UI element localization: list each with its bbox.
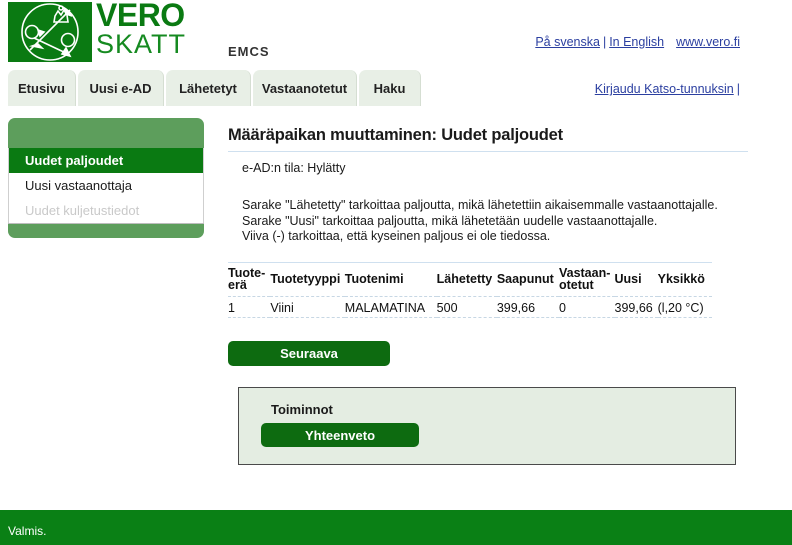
col-uusi: Uusi [614, 261, 658, 297]
sidebar-item-label: Uusi vastaanottaja [25, 178, 132, 193]
status-bar-text: Valmis. [8, 524, 47, 538]
link-separator: | [602, 35, 607, 49]
sidebar-header-strip [8, 118, 204, 148]
table-head: Tuote-erä Tuotetyyppi Tuotenimi Lähetett… [228, 261, 712, 297]
tab-vastaanotetut[interactable]: Vastaanotetut [253, 70, 357, 106]
sidebar-item-uusi-vastaanottaja[interactable]: Uusi vastaanottaja [9, 173, 203, 198]
sidebar-menu: Uudet paljoudet Uusi vastaanottaja Uudet k… [8, 148, 204, 223]
status-bar [0, 510, 792, 545]
col-saapunut: Saapunut [496, 261, 559, 297]
header-link-group: På svenska | In English www.vero.fi [535, 35, 740, 49]
seuraava-button[interactable]: Seuraava [228, 341, 390, 366]
vero-skatt-logo[interactable]: VERO SKATT [8, 0, 188, 62]
note-line: Viiva (-) tarkoittaa, että kyseinen palj… [242, 229, 551, 243]
tab-label: Haku [373, 80, 406, 96]
quantities-table: Tuote-erä Tuotetyyppi Tuotenimi Lähetett… [228, 261, 712, 318]
cell-saapunut: 399,66 [496, 296, 559, 318]
tab-label: Etusivu [18, 80, 65, 96]
yhteenveto-button[interactable]: Yhteenveto [261, 423, 419, 447]
sidebar-item-uudet-paljoudet[interactable]: Uudet paljoudet [9, 148, 203, 173]
actions-panel: Toiminnot Yhteenveto [238, 387, 736, 465]
logo-vero-text: VERO [96, 0, 185, 33]
cell-tuotenimi: MALAMATINA [344, 296, 437, 318]
tab-haku[interactable]: Haku [359, 70, 421, 106]
link-vero-fi[interactable]: www.vero.fi [676, 35, 740, 49]
link-pa-svenska[interactable]: På svenska [535, 35, 600, 49]
sidebar-item-label: Uudet kuljetustiedot [25, 203, 140, 218]
col-tuotetyyppi: Tuotetyyppi [270, 261, 345, 297]
page-title: Määräpaikan muuttaminen: Uudet paljoudet [228, 126, 563, 144]
tab-label: Vastaanotetut [261, 80, 348, 96]
katso-trailing-bar: | [736, 82, 740, 96]
site-header: VERO SKATT EMCS På svenska | In English www… [0, 0, 792, 68]
col-yksikko: Yksikkö [657, 261, 712, 297]
app-name-label: EMCS [228, 44, 270, 59]
cell-uusi: 399,66 [614, 296, 658, 318]
sidebar-footer-strip [8, 223, 204, 238]
col-tuotenimi: Tuotenimi [344, 261, 437, 297]
title-divider [228, 151, 748, 152]
tab-label: Lähetetyt [179, 80, 237, 96]
sidebar-item-label: Uudet paljoudet [25, 153, 124, 168]
logo-skatt-text: SKATT [96, 29, 187, 59]
table-header-row: Tuote-erä Tuotetyyppi Tuotenimi Lähetett… [228, 261, 712, 297]
katso-login-area: Kirjaudu Katso-tunnuksin | [595, 82, 740, 96]
cell-yksikko: (l,20 °C) [657, 296, 712, 318]
tab-label: Uusi e-AD [89, 80, 152, 96]
tab-l-hetetyt[interactable]: Lähetetyt [166, 70, 251, 106]
logo-wordmark: VERO SKATT [96, 0, 216, 58]
cell-tuotetyyppi: Viini [270, 296, 345, 318]
tab-etusivu[interactable]: Etusivu [8, 70, 76, 106]
sidebar: Uudet paljoudet Uusi vastaanottaja Uudet k… [8, 118, 204, 238]
table-body: 1 Viini MALAMATINA 500 399,66 0 399,66 (l,20 °C… [228, 296, 712, 318]
table-row: 1 Viini MALAMATINA 500 399,66 0 399,66 (l,20 °C… [228, 296, 712, 318]
main-content: Määräpaikan muuttaminen: Uudet paljoudet… [228, 126, 748, 318]
cell-vastaanotetut: 0 [558, 296, 615, 318]
tab-uusi-e-ad[interactable]: Uusi e-AD [78, 70, 164, 106]
col-lahetetty: Lähetetty [436, 261, 497, 297]
note-line: Sarake "Lähetetty" tarkoittaa paljoutta,… [242, 198, 718, 212]
col-tuote-era: Tuote-erä [228, 261, 271, 297]
note-line: Sarake "Uusi" tarkoittaa paljoutta, mikä… [242, 213, 658, 228]
link-in-english[interactable]: In English [609, 35, 664, 49]
cell-lahetetty: 500 [436, 296, 497, 318]
col-vastaanotetut: Vastaan-otetut [558, 261, 615, 297]
cell-tuote-era: 1 [228, 296, 271, 318]
quantities-table-wrapper: Tuote-erä Tuotetyyppi Tuotenimi Lähetett… [228, 261, 748, 318]
katso-login-link[interactable]: Kirjaudu Katso-tunnuksin [595, 82, 734, 96]
actions-panel-label: Toiminnot [271, 402, 333, 417]
vero-coat-of-arms-icon [8, 2, 92, 62]
sidebar-item-uudet-kuljetustiedot: Uudet kuljetustiedot [9, 198, 203, 223]
ead-status-text: e-AD:n tila: Hylätty [242, 161, 346, 175]
explanatory-notes: Sarake "Lähetetty" tarkoittaa paljoutta,… [228, 198, 748, 245]
